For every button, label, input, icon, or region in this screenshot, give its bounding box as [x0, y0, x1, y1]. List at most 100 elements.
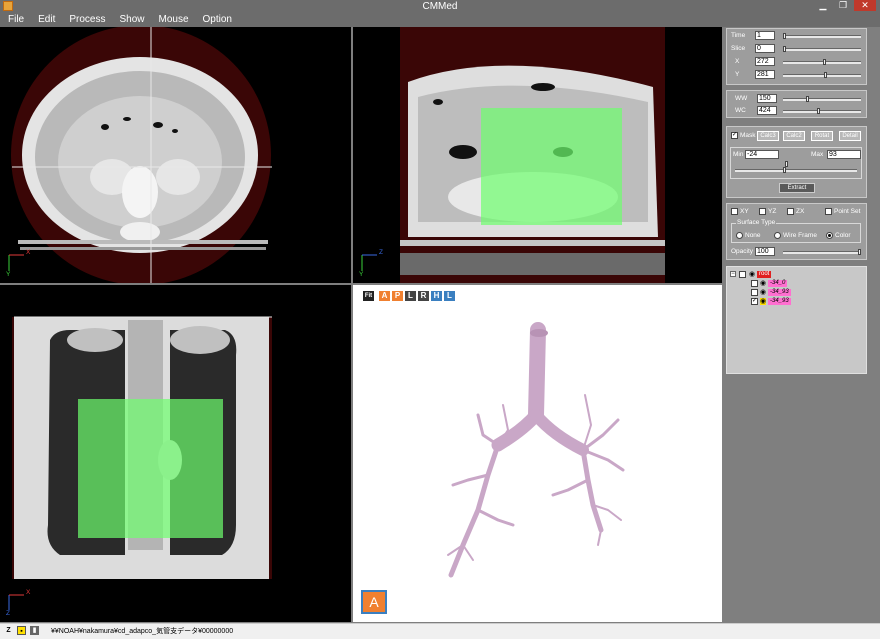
coronal-ct-image — [8, 316, 272, 610]
root-eye-icon[interactable]: ◉ — [749, 271, 755, 278]
menu-process[interactable]: Process — [61, 13, 111, 27]
axial-ct-image — [8, 27, 272, 283]
minimize-icon[interactable]: ▁ — [814, 0, 832, 11]
mask-checkbox[interactable]: ✓ — [731, 132, 738, 139]
time-slider-thumb[interactable] — [783, 33, 786, 39]
status-z-icon[interactable]: Z — [4, 626, 13, 635]
slice-slider-thumb[interactable] — [783, 46, 786, 52]
slice-spinner[interactable]: 0 — [755, 44, 775, 53]
object-tree-panel: − ◉ root ◉ -34_0 ◉ -34_93 ✓ ◉ -34_93 — [726, 266, 867, 374]
min-spinner[interactable]: -24 — [745, 150, 779, 159]
root-checkbox[interactable] — [739, 271, 746, 278]
surface-none-radio[interactable] — [736, 232, 743, 239]
title-bar: CMMed ▁ ❐ ✕ — [0, 0, 880, 13]
menu-mouse[interactable]: Mouse — [151, 13, 195, 27]
calc3-button[interactable]: Calc3 — [757, 131, 779, 141]
orientation-cube-icon[interactable]: A — [361, 590, 387, 614]
surface-color-label: Color — [835, 232, 851, 239]
time-slider-track[interactable] — [783, 35, 861, 38]
extract-button[interactable]: Extract — [779, 183, 815, 193]
opacity-label: Opacity — [731, 248, 754, 255]
yz-checkbox[interactable] — [759, 208, 766, 215]
surface-wireframe-label: Wire Frame — [783, 232, 817, 239]
surface-color-radio[interactable] — [826, 232, 833, 239]
time-label: Time — [731, 32, 746, 39]
max-label: Max — [811, 151, 824, 158]
status-point-icon[interactable]: ▪ — [17, 626, 26, 635]
menu-file[interactable]: File — [0, 13, 30, 27]
node-3-checkbox[interactable]: ✓ — [751, 298, 758, 305]
wc-slider-thumb[interactable] — [816, 108, 820, 114]
node-2-checkbox[interactable] — [751, 289, 758, 296]
ww-label: WW — [735, 95, 748, 102]
detail-button[interactable]: Detail — [839, 131, 861, 141]
x-label: X — [735, 58, 740, 65]
tree-node-1[interactable]: -34_0 — [768, 280, 788, 287]
xy-checkbox[interactable] — [731, 208, 738, 215]
coronal-z-axis-label: Z — [6, 610, 10, 617]
axial-y-axis-label: Y — [6, 271, 11, 278]
close-icon[interactable]: ✕ — [854, 0, 876, 11]
node-2-eye-icon[interactable]: ◉ — [760, 289, 766, 296]
ww-slider-thumb[interactable] — [805, 96, 809, 102]
zx-checkbox[interactable] — [787, 208, 794, 215]
xy-label: XY — [740, 208, 749, 215]
coronal-view[interactable]: X Z — [0, 285, 351, 622]
node-3-eye-icon[interactable]: ◉ — [760, 298, 767, 305]
threshold-group: Min -24 Max 93 — [730, 147, 862, 179]
rotat-button[interactable]: Rotat — [811, 131, 833, 141]
calc2-button[interactable]: Calc2 — [783, 131, 805, 141]
surface-type-group: Surface Type None Wire Frame Color — [731, 219, 861, 243]
menu-edit[interactable]: Edit — [30, 13, 61, 27]
x-spinner[interactable]: 272 — [755, 57, 775, 66]
window-title: CMMed — [422, 1, 458, 12]
maximize-icon[interactable]: ❐ — [834, 0, 852, 11]
wc-label: WC — [735, 107, 746, 114]
y-label: Y — [735, 71, 740, 78]
sagittal-mask-box — [481, 108, 622, 225]
3d-view[interactable]: Fit A P L R H L A — [353, 285, 722, 622]
sagittal-ct-image — [361, 27, 665, 283]
point-set-checkbox[interactable] — [825, 208, 832, 215]
y-slider-thumb[interactable] — [824, 72, 828, 78]
opacity-slider-thumb[interactable] — [858, 249, 861, 255]
x-slider-thumb[interactable] — [822, 59, 826, 65]
menu-option[interactable]: Option — [195, 13, 238, 27]
surface-wireframe-radio[interactable] — [774, 232, 781, 239]
y-spinner[interactable]: 281 — [755, 70, 775, 79]
surface-type-label: Surface Type — [736, 219, 777, 226]
axial-view[interactable]: X Y — [0, 27, 351, 283]
max-spinner[interactable]: 93 — [827, 150, 861, 159]
status-bar: Z ▪ ▮ ¥¥NOAH¥nakamura¥cd_adapco_気管支データ¥0… — [0, 623, 880, 639]
status-delete-icon[interactable]: ▮ — [30, 626, 39, 635]
min-slider-thumb[interactable] — [782, 167, 786, 173]
node-1-eye-icon[interactable]: ◉ — [760, 280, 766, 287]
y-slider-track[interactable] — [783, 74, 861, 77]
ww-spinner[interactable]: 150 — [757, 94, 777, 103]
max-slider-thumb[interactable] — [784, 161, 788, 167]
tree-node-2[interactable]: -34_93 — [768, 289, 791, 296]
node-1-checkbox[interactable] — [751, 280, 758, 287]
position-panel: Time 1 Slice 0 X 272 Y 281 — [726, 28, 867, 85]
time-spinner[interactable]: 1 — [755, 31, 775, 40]
mask-label: Mask — [740, 132, 756, 139]
tree-root-node[interactable]: root — [757, 271, 772, 278]
axial-x-axis-label: X — [26, 249, 31, 256]
yz-label: YZ — [768, 208, 777, 215]
wc-slider-track[interactable] — [783, 110, 861, 113]
ww-slider-track[interactable] — [783, 98, 861, 101]
slice-slider-track[interactable] — [783, 48, 861, 51]
tree-collapse-icon[interactable]: − — [730, 271, 736, 277]
menu-show[interactable]: Show — [111, 13, 150, 27]
opacity-slider-track[interactable] — [783, 251, 861, 254]
surface-none-label: None — [745, 232, 761, 239]
menu-bar: File Edit Process Show Mouse Option — [0, 13, 880, 27]
coronal-x-axis-label: X — [26, 589, 31, 596]
wc-spinner[interactable]: 424 — [757, 106, 777, 115]
threshold-slider-track[interactable] — [735, 169, 857, 172]
mask-panel: ✓ Mask Calc3 Calc2 Rotat Detail Min -24 … — [726, 126, 867, 198]
sagittal-view[interactable]: Z Y — [353, 27, 722, 283]
opacity-spinner[interactable]: 100 — [755, 247, 775, 256]
min-label: Min — [733, 151, 744, 158]
tree-node-3[interactable]: -34_93 — [768, 298, 791, 305]
